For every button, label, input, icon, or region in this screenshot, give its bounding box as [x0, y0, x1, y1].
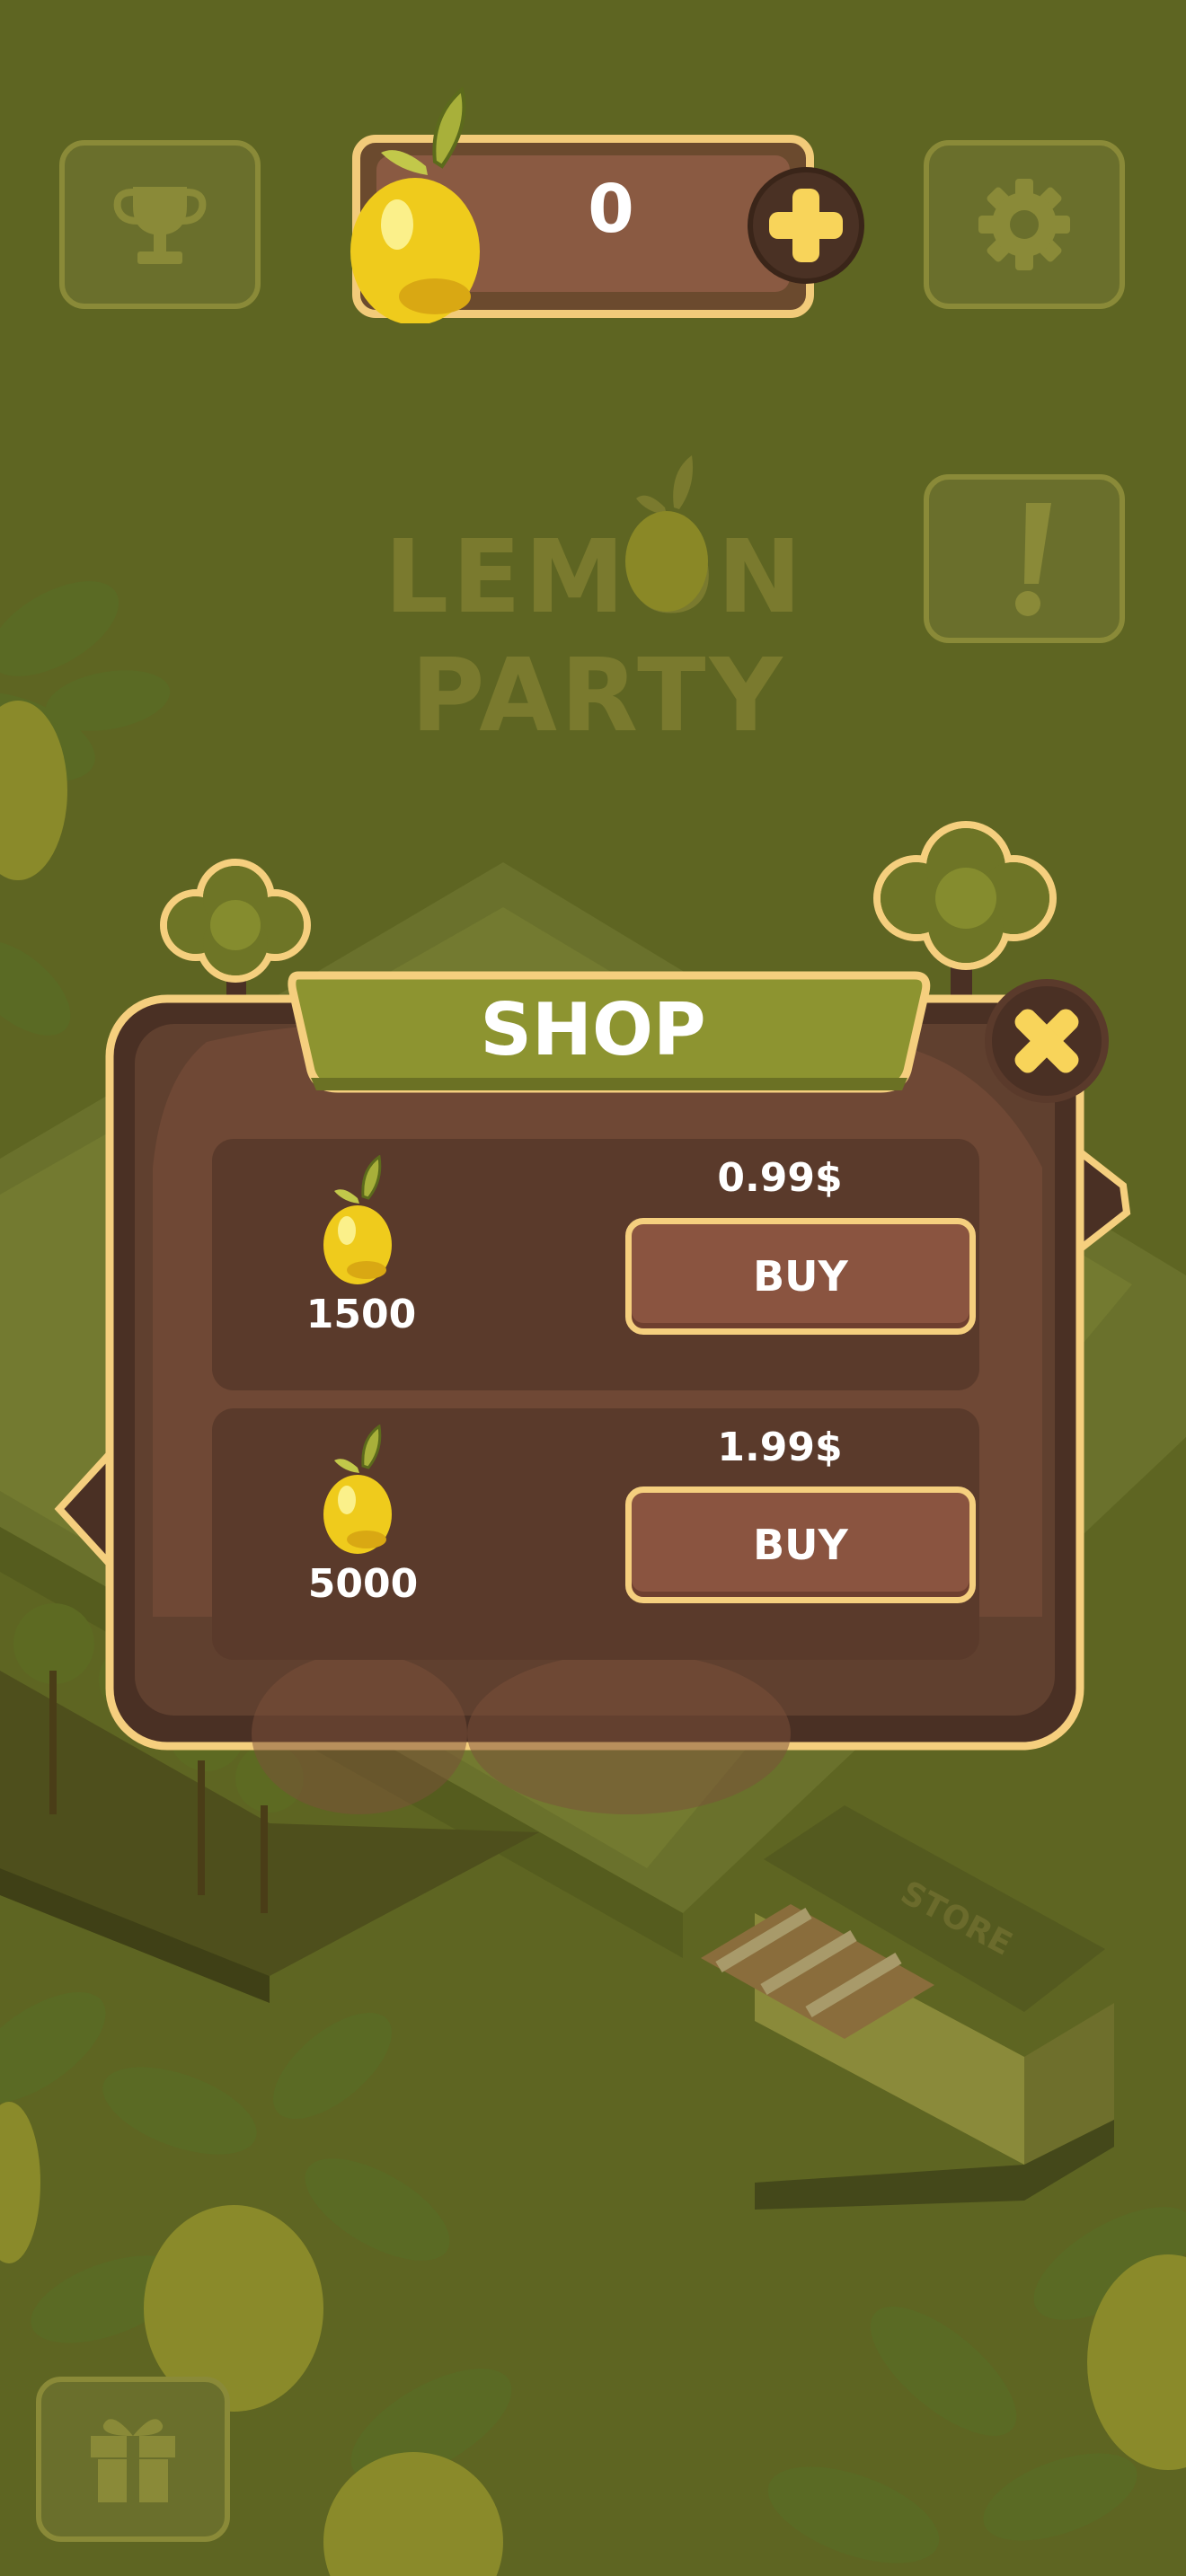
item-amount: 5000 [307, 1561, 419, 1607]
item-amount: 1500 [305, 1292, 417, 1337]
buy-button[interactable]: BUY [625, 1218, 976, 1335]
shop-tree-left [160, 859, 311, 1015]
shop-frame [54, 821, 1131, 1814]
close-button[interactable] [985, 979, 1109, 1103]
shop-dialog: SHOP 1500 0.99$ BUY 5000 1.99$ BUY [0, 0, 1186, 2576]
shop-title: SHOP [480, 988, 706, 1072]
lemon-icon [323, 1155, 392, 1284]
buy-button[interactable]: BUY [625, 1486, 976, 1603]
lemon-icon [323, 1425, 392, 1554]
game-screen: STORE 0 LEMON PARTY SHOP 1500 0.99$ BUY … [0, 0, 1186, 2576]
item-price: 0.99$ [717, 1155, 843, 1201]
item-price: 1.99$ [717, 1425, 843, 1470]
close-icon [1014, 1009, 1079, 1073]
